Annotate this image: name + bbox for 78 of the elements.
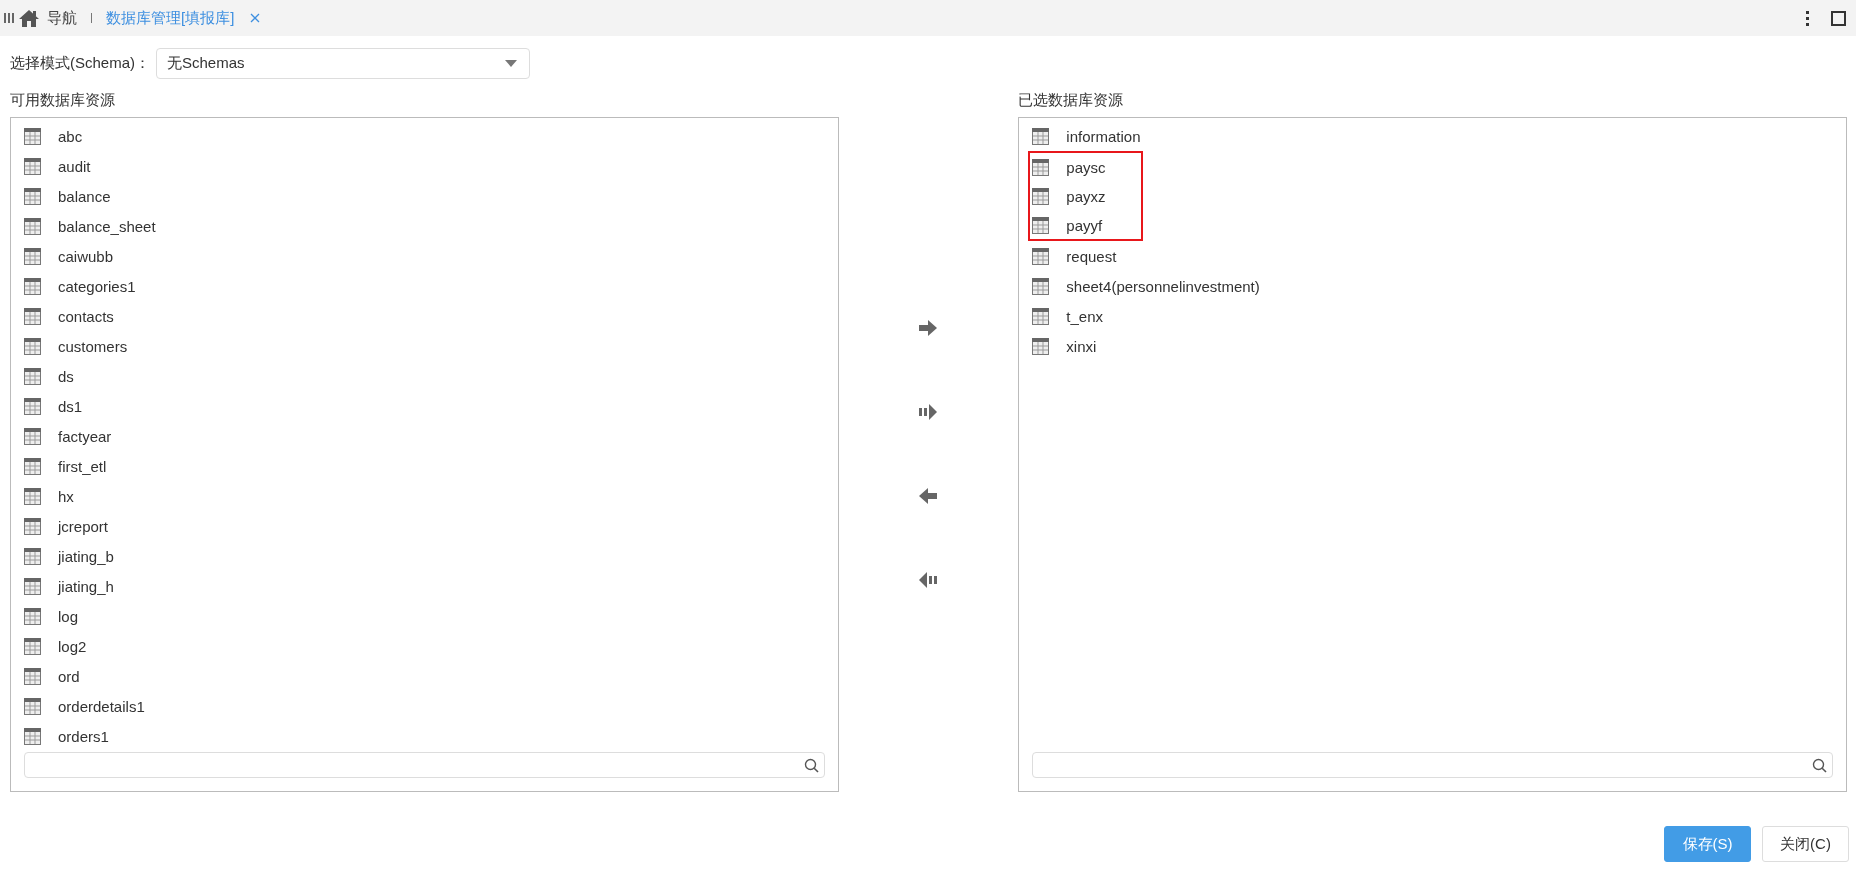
table-name[interactable]: jcreport <box>58 517 109 535</box>
table-icon <box>24 607 41 625</box>
table-icon <box>24 367 41 385</box>
table-name[interactable]: ds1 <box>58 397 83 415</box>
table-icon <box>1032 216 1050 234</box>
table-icon <box>24 727 41 745</box>
search-field[interactable] <box>24 752 825 778</box>
table-name[interactable]: log <box>58 607 79 625</box>
table-name[interactable]: audit <box>58 157 91 175</box>
table-name[interactable]: paysc <box>1066 158 1106 176</box>
table-name[interactable]: hx <box>58 487 74 505</box>
table-icon <box>1032 158 1050 176</box>
table-icon <box>24 697 41 715</box>
table-name[interactable]: caiwubb <box>58 247 114 265</box>
double-arrow-left-icon[interactable] <box>919 572 938 588</box>
table-icon <box>24 517 41 535</box>
list-title: 已选数据库资源 <box>1018 91 1125 110</box>
table-icon <box>1032 277 1050 295</box>
table-icon <box>24 157 41 175</box>
table-icon <box>1032 127 1050 145</box>
maximize-icon[interactable] <box>1831 10 1846 26</box>
table-icon <box>1032 337 1050 355</box>
table-icon <box>24 247 41 265</box>
table-icon <box>24 577 41 595</box>
arrow-right-icon[interactable] <box>919 320 938 336</box>
table-name[interactable]: jiating_b <box>58 547 114 565</box>
table-icon <box>1032 187 1050 205</box>
close-icon[interactable] <box>250 13 261 23</box>
table-name[interactable]: orderdetails1 <box>58 697 145 715</box>
table-icon <box>24 547 41 565</box>
grip-icon[interactable] <box>4 13 14 23</box>
table-name[interactable]: ds <box>58 367 74 385</box>
table-icon <box>1032 247 1050 265</box>
table-name[interactable]: payxz <box>1066 187 1106 205</box>
table-name[interactable]: factyear <box>58 427 112 445</box>
list-title: 可用数据库资源 <box>10 91 116 110</box>
table-icon <box>24 187 41 205</box>
table-icon <box>24 217 41 235</box>
table-name[interactable]: categories1 <box>58 277 136 295</box>
double-arrow-right-icon[interactable] <box>919 404 938 420</box>
table-icon <box>24 127 41 145</box>
table-name[interactable]: log2 <box>58 637 87 655</box>
search-field[interactable] <box>1032 752 1833 778</box>
table-name[interactable]: t_enx <box>1066 307 1104 325</box>
table-name[interactable]: request <box>1066 247 1117 265</box>
table-name[interactable]: contacts <box>58 307 114 325</box>
caret-icon[interactable] <box>505 60 517 67</box>
search-icon[interactable] <box>1812 757 1827 773</box>
table-icon <box>24 487 41 505</box>
table-icon <box>24 667 41 685</box>
arrow-left-icon[interactable] <box>919 488 938 504</box>
table-icon <box>24 277 41 295</box>
table-name[interactable]: balance_sheet <box>58 217 156 235</box>
table-icon <box>24 397 41 415</box>
table-name[interactable]: customers <box>58 337 128 355</box>
home-icon[interactable] <box>19 9 39 27</box>
table-icon <box>1032 307 1050 325</box>
table-name[interactable]: orders1 <box>58 727 109 745</box>
close-button[interactable]: 关闭(C) <box>1762 826 1849 862</box>
table-name[interactable]: xinxi <box>1066 337 1097 355</box>
table-name[interactable]: information <box>1066 127 1141 145</box>
search-icon[interactable] <box>803 757 819 773</box>
table-name[interactable]: jiating_h <box>58 577 114 595</box>
table-name[interactable]: abc <box>58 127 83 145</box>
table-icon <box>24 337 41 355</box>
table-icon <box>24 457 41 475</box>
schema-dropdown[interactable]: 无Schemas <box>156 48 530 79</box>
table-name[interactable]: sheet4(personnelinvestment) <box>1066 277 1260 295</box>
table-name[interactable]: ord <box>58 667 80 685</box>
schema-label: 选择模式(Schema)： <box>10 54 152 73</box>
table-icon <box>24 307 41 325</box>
table-name[interactable]: first_etl <box>58 457 107 475</box>
table-name[interactable]: payyf <box>1066 216 1103 234</box>
nav-tab[interactable]: 导航 <box>47 8 77 28</box>
table-icon <box>24 637 41 655</box>
more-icon[interactable] <box>1806 10 1809 26</box>
table-icon <box>24 427 41 445</box>
table-name[interactable]: balance <box>58 187 111 205</box>
